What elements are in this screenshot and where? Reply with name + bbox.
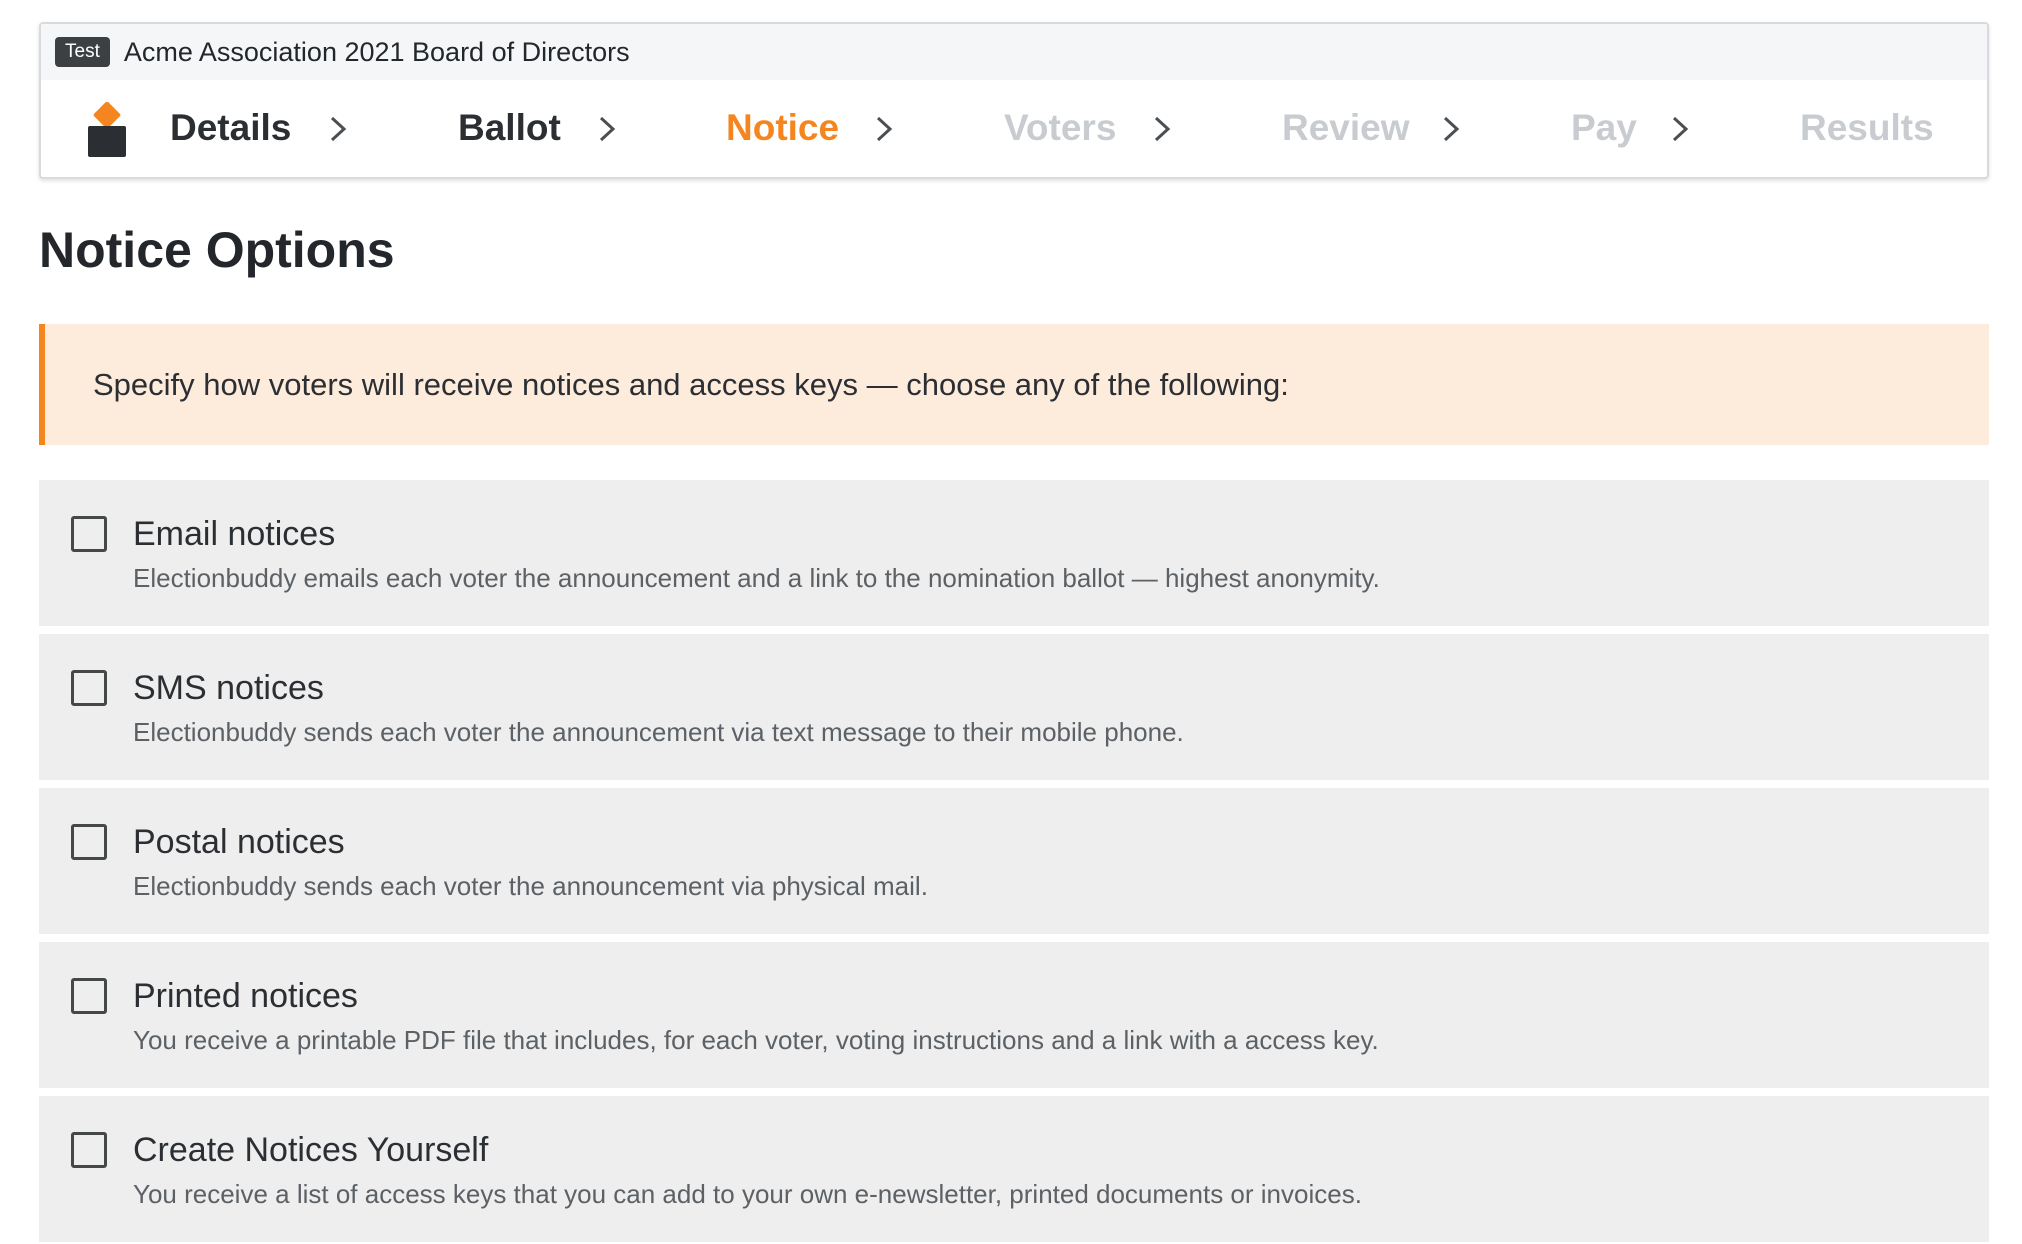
step-notice[interactable]: Notice xyxy=(726,106,839,150)
option-description: You receive a printable PDF file that in… xyxy=(133,1024,1379,1056)
option-postal-notices[interactable]: Postal notices Electionbuddy sends each … xyxy=(39,788,1989,934)
option-label: Printed notices xyxy=(133,976,358,1016)
option-label: SMS notices xyxy=(133,668,324,708)
info-callout: Specify how voters will receive notices … xyxy=(39,324,1989,445)
step-ballot[interactable]: Ballot xyxy=(458,106,561,150)
election-title: Acme Association 2021 Board of Directors xyxy=(124,37,630,68)
step-review: Review xyxy=(1282,106,1410,150)
chevron-right-icon xyxy=(597,114,617,144)
ballot-box-icon[interactable] xyxy=(86,102,128,158)
chevron-right-icon xyxy=(1670,114,1690,144)
step-results: Results xyxy=(1800,106,1934,150)
step-pay: Pay xyxy=(1571,106,1637,150)
create-notices-yourself-checkbox[interactable] xyxy=(71,1132,107,1168)
test-badge: Test xyxy=(55,37,110,67)
step-voters: Voters xyxy=(1004,106,1116,150)
option-printed-notices[interactable]: Printed notices You receive a printable … xyxy=(39,942,1989,1088)
option-sms-notices[interactable]: SMS notices Electionbuddy sends each vot… xyxy=(39,634,1989,780)
election-header-card: Test Acme Association 2021 Board of Dire… xyxy=(39,22,1989,179)
chevron-right-icon xyxy=(328,114,348,144)
sms-notices-checkbox[interactable] xyxy=(71,670,107,706)
email-notices-checkbox[interactable] xyxy=(71,516,107,552)
option-description: Electionbuddy sends each voter the annou… xyxy=(133,716,1184,748)
page-title: Notice Options xyxy=(39,220,395,280)
option-description: You receive a list of access keys that y… xyxy=(133,1178,1362,1210)
printed-notices-checkbox[interactable] xyxy=(71,978,107,1014)
option-label: Postal notices xyxy=(133,822,345,862)
info-text: Specify how voters will receive notices … xyxy=(93,367,1289,403)
progress-stepper: Details Ballot Notice Voters Review Pay … xyxy=(41,80,1987,179)
option-create-notices-yourself[interactable]: Create Notices Yourself You receive a li… xyxy=(39,1096,1989,1242)
option-description: Electionbuddy sends each voter the annou… xyxy=(133,870,928,902)
title-bar: Test Acme Association 2021 Board of Dire… xyxy=(41,24,1987,80)
step-details[interactable]: Details xyxy=(170,106,291,150)
option-label: Create Notices Yourself xyxy=(133,1130,488,1170)
chevron-right-icon xyxy=(1441,114,1461,144)
postal-notices-checkbox[interactable] xyxy=(71,824,107,860)
chevron-right-icon xyxy=(1152,114,1172,144)
option-description: Electionbuddy emails each voter the anno… xyxy=(133,562,1380,594)
option-label: Email notices xyxy=(133,514,335,554)
chevron-right-icon xyxy=(874,114,894,144)
option-email-notices[interactable]: Email notices Electionbuddy emails each … xyxy=(39,480,1989,626)
